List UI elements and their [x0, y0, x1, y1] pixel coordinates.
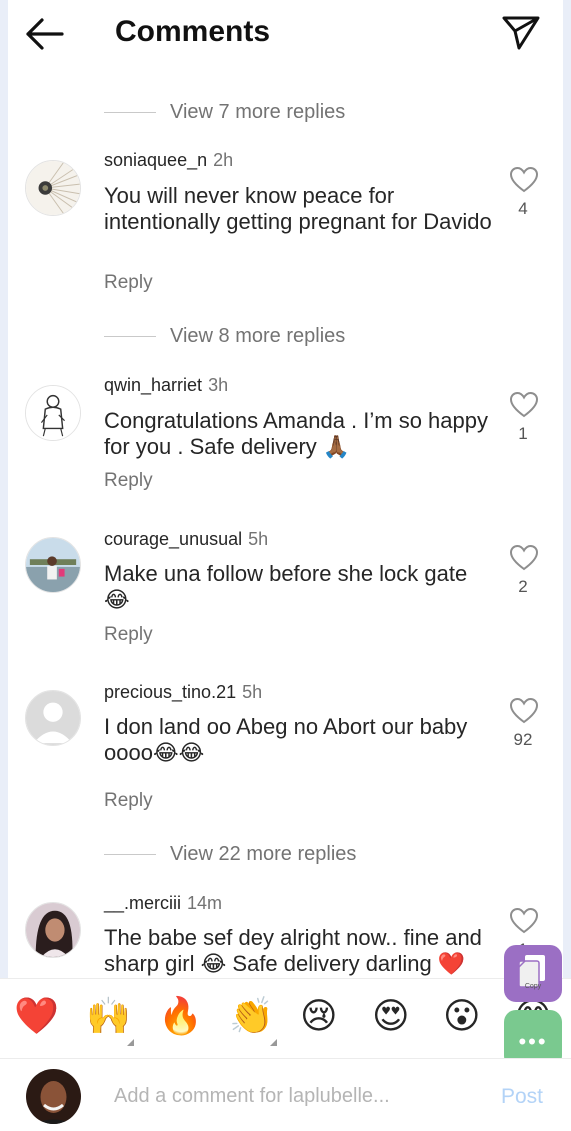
username-text[interactable]: qwin_harriet — [104, 375, 202, 395]
comment-time: 14m — [187, 893, 223, 913]
emoji-heart-eyes[interactable]: 😍 — [372, 995, 410, 1037]
view-more-replies[interactable]: View 22 more replies — [104, 842, 356, 866]
comment-time: 5h — [248, 529, 269, 549]
skin-tone-indicator — [127, 1039, 134, 1046]
page-title: Comments — [115, 15, 271, 48]
skin-tone-indicator — [270, 1039, 277, 1046]
reply-button[interactable]: Reply — [104, 624, 153, 646]
username-text[interactable]: __.merciii — [104, 893, 181, 913]
avatar[interactable] — [25, 537, 81, 593]
heart-icon[interactable] — [509, 544, 539, 572]
comment-text: I don land oo Abeg no Abort our baby ooo… — [104, 714, 468, 765]
reply-button[interactable]: Reply — [104, 470, 153, 492]
copy-widget-button[interactable]: Copy — [504, 945, 562, 1002]
heart-icon[interactable] — [509, 907, 539, 935]
view-more-label: View 22 more replies — [170, 842, 357, 865]
emoji-fire[interactable]: 🔥 — [158, 995, 203, 1037]
more-dots-icon: ••• — [518, 1029, 548, 1054]
comment-composer: Post — [0, 1058, 571, 1131]
avatar[interactable] — [25, 160, 81, 216]
emoji-surprised[interactable]: 😮 — [443, 995, 481, 1037]
like-count: 92 — [513, 730, 533, 749]
current-user-avatar — [26, 1069, 81, 1124]
copy-icon — [518, 955, 545, 988]
comment-text: The babe sef dey alright now.. fine and … — [104, 925, 482, 976]
avatar[interactable] — [25, 385, 81, 441]
emoji-heart[interactable]: ❤️ — [14, 995, 59, 1037]
avatar[interactable] — [25, 902, 81, 958]
like-count: 1 — [518, 424, 528, 443]
comment-text: Congratulations Amanda . I’m so happy fo… — [104, 408, 489, 459]
emoji-quick-reactions: ❤️ 🙌 🔥 👏 😢 😍 😮 😂 — [0, 978, 571, 1059]
divider-line — [104, 853, 156, 855]
comment-username[interactable]: soniaquee_n 2h — [104, 150, 233, 171]
heart-icon[interactable] — [509, 166, 539, 194]
like-count: 4 — [518, 199, 528, 218]
divider-line — [104, 111, 156, 113]
comment-username[interactable]: courage_unusual 5h — [104, 529, 268, 550]
avatar-placeholder[interactable] — [25, 690, 81, 746]
view-more-label: View 7 more replies — [170, 100, 346, 123]
emoji-clapping[interactable]: 👏 — [229, 995, 274, 1037]
comment-input[interactable] — [114, 1085, 484, 1108]
header: Comments — [0, 0, 571, 70]
heart-icon[interactable] — [509, 391, 539, 419]
username-text[interactable]: courage_unusual — [104, 529, 242, 549]
screen-edge-left — [0, 0, 8, 1130]
divider-line — [104, 335, 156, 337]
comment-time: 5h — [242, 682, 263, 702]
screen-edge-right — [563, 0, 571, 1130]
view-more-replies[interactable]: View 7 more replies — [104, 100, 345, 124]
emoji-raised-hands[interactable]: 🙌 — [86, 995, 131, 1037]
comment-username[interactable]: qwin_harriet 3h — [104, 375, 228, 396]
emoji-crying[interactable]: 😢 — [300, 995, 338, 1037]
reply-button[interactable]: Reply — [104, 790, 153, 812]
comment-text: You will never know peace for intentiona… — [104, 183, 492, 234]
comment-username[interactable]: precious_tino.21 5h — [104, 682, 262, 703]
heart-icon[interactable] — [509, 697, 539, 725]
copy-label: Copy — [524, 983, 542, 990]
share-paper-plane-icon[interactable] — [501, 14, 541, 52]
comment-time: 3h — [208, 375, 229, 395]
view-more-label: View 8 more replies — [170, 324, 346, 347]
username-text[interactable]: precious_tino.21 — [104, 682, 236, 702]
view-more-replies[interactable]: View 8 more replies — [104, 324, 345, 348]
like-count: 2 — [518, 577, 528, 596]
back-arrow-icon[interactable] — [22, 14, 66, 54]
post-button[interactable]: Post — [501, 1085, 543, 1109]
comment-username[interactable]: __.merciii 14m — [104, 893, 222, 914]
reply-button[interactable]: Reply — [104, 272, 153, 294]
comment-text: Make una follow before she lock gate 😂 — [104, 561, 468, 612]
username-text[interactable]: soniaquee_n — [104, 150, 207, 170]
comment-time: 2h — [213, 150, 234, 170]
